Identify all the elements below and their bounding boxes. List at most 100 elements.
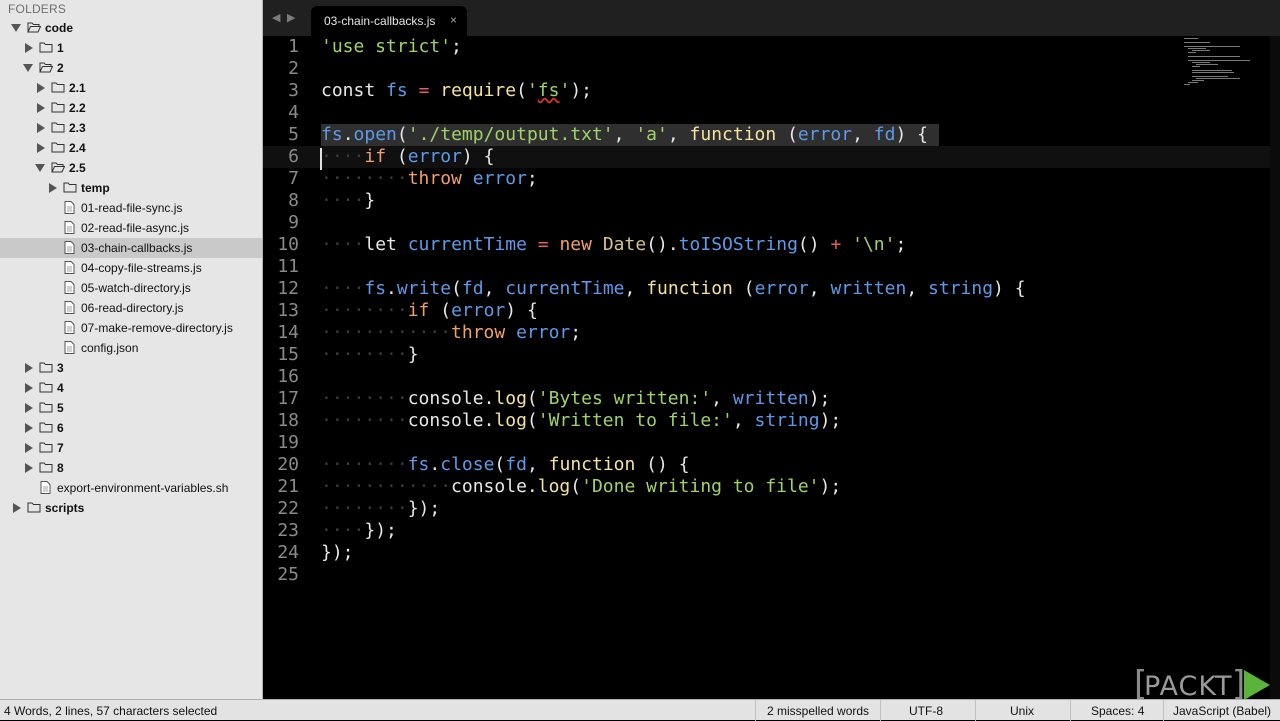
tree-folder[interactable]: 4	[0, 378, 262, 398]
code-token: ········	[321, 388, 408, 409]
minimap-line	[1188, 82, 1198, 83]
disclosure-closed-icon[interactable]	[25, 423, 33, 433]
indentation-status[interactable]: Spaces: 4	[1091, 704, 1144, 718]
tree-folder[interactable]: 1	[0, 38, 262, 58]
code-token: ············	[321, 476, 452, 497]
code-token: });	[321, 542, 354, 563]
file-icon	[64, 261, 75, 274]
tree-item-label: 07-make-remove-directory.js	[81, 321, 233, 335]
tree-file[interactable]: 06-read-directory.js	[0, 298, 262, 318]
folders-header: FOLDERS	[8, 2, 67, 16]
line-number: 15	[277, 344, 299, 365]
code-token: let	[364, 234, 408, 255]
minimap-line	[1184, 38, 1198, 39]
disclosure-closed-icon[interactable]	[37, 143, 45, 153]
tree-item-label: 3	[57, 361, 64, 375]
tree-file[interactable]: 02-read-file-async.js	[0, 218, 262, 238]
code-token: 'a'	[635, 124, 668, 145]
tree-file[interactable]: 01-read-file-sync.js	[0, 198, 262, 218]
tree-folder[interactable]: 5	[0, 398, 262, 418]
disclosure-closed-icon[interactable]	[37, 83, 45, 93]
code-token: ) {	[461, 146, 495, 167]
tree-item-label: 02-read-file-async.js	[81, 221, 190, 235]
disclosure-closed-icon[interactable]	[25, 463, 33, 473]
disclosure-closed-icon[interactable]	[25, 363, 33, 373]
line-number: 21	[277, 476, 299, 497]
play-icon	[1244, 670, 1270, 700]
tree-folder[interactable]: 2.1	[0, 78, 262, 98]
tree-file[interactable]: config.json	[0, 338, 262, 358]
tree-folder[interactable]: 3	[0, 358, 262, 378]
tree-folder[interactable]: 2.5	[0, 158, 262, 178]
code-token: fd	[873, 124, 896, 145]
tab-close-icon[interactable]: ×	[450, 13, 457, 27]
tree-folder[interactable]: 6	[0, 418, 262, 438]
code-token: '	[559, 80, 571, 101]
line-number: 6	[288, 146, 299, 167]
tree-folder[interactable]: scripts	[0, 498, 262, 518]
code-line: 'use strict';	[321, 36, 462, 58]
tree-item-label: 4	[57, 381, 64, 395]
code-token: fd	[505, 454, 527, 475]
encoding-status[interactable]: UTF-8	[909, 704, 943, 718]
code-token: ,	[852, 124, 874, 145]
tree-item-label: 7	[57, 441, 64, 455]
minimap[interactable]	[1184, 38, 1260, 88]
tab-active-file[interactable]: 03-chain-callbacks.js ×	[311, 6, 467, 36]
code-line: ········if (error) {	[321, 300, 538, 322]
disclosure-closed-icon[interactable]	[13, 503, 21, 513]
tab-prev-icon[interactable]: ◀	[272, 11, 280, 24]
code-token: 'use strict'	[321, 36, 452, 57]
tree-folder[interactable]: 8	[0, 458, 262, 478]
code-editor[interactable]: 1 2 3 4 5 6 7 8 9 10 11 12 13 14 15 16 17 18 19 20 21 22 23 24 2…	[263, 36, 1280, 699]
disclosure-open-icon[interactable]	[35, 164, 45, 172]
disclosure-closed-icon[interactable]	[37, 123, 45, 133]
code-line: ········});	[321, 498, 440, 520]
code-token: const	[321, 80, 387, 101]
tree-folder[interactable]: code	[0, 18, 262, 38]
tree-file[interactable]: 03-chain-callbacks.js	[0, 238, 262, 258]
tree-folder[interactable]: temp	[0, 178, 262, 198]
disclosure-closed-icon[interactable]	[37, 103, 45, 113]
code-token: ····	[321, 146, 365, 167]
disclosure-closed-icon[interactable]	[49, 183, 57, 193]
tree-item-label: 2.1	[69, 81, 86, 95]
code-token: currentTime	[407, 234, 527, 255]
sidebar: FOLDERS code 1 2 2.1 2.2 2.3 2.4 2.5 temp 01-read…	[0, 0, 263, 699]
disclosure-closed-icon[interactable]	[25, 443, 33, 453]
disclosure-open-icon[interactable]	[23, 64, 33, 72]
disclosure-closed-icon[interactable]	[25, 383, 33, 393]
folder-icon	[39, 362, 53, 373]
code-token: 'Bytes written:'	[537, 388, 712, 409]
line-number: 16	[277, 366, 299, 387]
code-token: string	[928, 278, 994, 299]
line-endings-status[interactable]: Unix	[1010, 704, 1034, 718]
disclosure-open-icon[interactable]	[11, 24, 21, 32]
tree-folder[interactable]: 2.4	[0, 138, 262, 158]
code-token: fs	[407, 454, 430, 475]
tree-folder[interactable]: 7	[0, 438, 262, 458]
minimap-line	[1192, 62, 1210, 63]
tree-folder[interactable]: 2.2	[0, 98, 262, 118]
disclosure-closed-icon[interactable]	[25, 403, 33, 413]
code-token: .	[342, 124, 354, 145]
tree-file[interactable]: 07-make-remove-directory.js	[0, 318, 262, 338]
code-token: ()	[797, 234, 831, 255]
tree-file[interactable]: 05-watch-directory.js	[0, 278, 262, 298]
tree-file[interactable]: export-environment-variables.sh	[0, 478, 262, 498]
tree-file[interactable]: 04-copy-file-streams.js	[0, 258, 262, 278]
spelling-status[interactable]: 2 misspelled words	[767, 704, 869, 718]
tree-folder[interactable]: 2	[0, 58, 262, 78]
code-line: ····}	[321, 190, 375, 212]
syntax-status[interactable]: JavaScript (Babel)	[1173, 704, 1271, 718]
vertical-scrollbar[interactable]	[1270, 36, 1280, 699]
disclosure-closed-icon[interactable]	[25, 43, 33, 53]
line-number: 14	[277, 322, 299, 343]
minimap-line	[1192, 70, 1232, 71]
tree-folder[interactable]: 2.3	[0, 118, 262, 138]
code-token: console	[407, 388, 484, 409]
tab-next-icon[interactable]: ▶	[287, 11, 295, 24]
